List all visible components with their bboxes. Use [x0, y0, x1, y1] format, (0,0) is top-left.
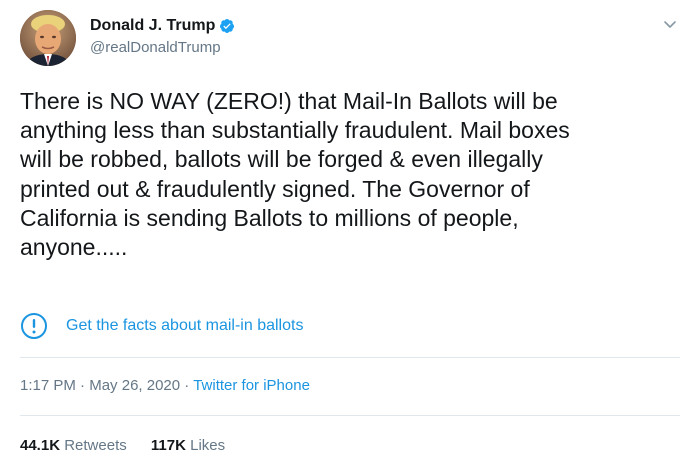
tweet-time[interactable]: 1:17 PM: [20, 377, 76, 394]
display-name[interactable]: Donald J. Trump: [90, 17, 215, 35]
avatar[interactable]: [20, 10, 76, 66]
retweets-stat[interactable]: 44.1K Retweets: [20, 437, 127, 454]
fact-check-link[interactable]: Get the facts about mail-in ballots: [66, 317, 303, 335]
retweets-count: 44.1K: [20, 437, 61, 454]
user-handle[interactable]: @realDonaldTrump: [90, 39, 235, 56]
tweet-header: Donald J. Trump @realDonaldTrump: [20, 10, 680, 70]
meta-separator: ·: [75, 377, 90, 394]
likes-count: 117K: [150, 437, 186, 454]
verified-badge-icon: [219, 18, 235, 34]
likes-label: Likes: [190, 437, 226, 454]
retweets-label: Retweets: [64, 437, 127, 454]
tweet-text: There is NO WAY (ZERO!) that Mail-In Bal…: [20, 88, 570, 261]
meta-separator: ·: [180, 377, 194, 394]
tweet-source-link[interactable]: Twitter for iPhone: [193, 377, 310, 394]
user-names: Donald J. Trump @realDonaldTrump: [90, 15, 235, 56]
likes-stat[interactable]: 117K Likes: [151, 437, 225, 454]
exclamation-circle-icon: [20, 312, 48, 340]
fact-check-notice[interactable]: Get the facts about mail-in ballots: [20, 311, 680, 341]
divider: [20, 357, 680, 358]
tweet-metadata: 1:17 PM · May 26, 2020 · Twitter for iPh…: [20, 377, 310, 394]
tweet-stats: 44.1K Retweets 117K Likes: [20, 437, 245, 454]
divider: [20, 415, 680, 416]
avatar-portrait-icon: [20, 10, 76, 66]
chevron-down-icon[interactable]: [660, 14, 680, 34]
tweet-card: Donald J. Trump @realDonaldTrump There i…: [0, 0, 700, 466]
display-name-row: Donald J. Trump: [90, 15, 235, 37]
tweet-date[interactable]: May 26, 2020: [89, 377, 180, 394]
